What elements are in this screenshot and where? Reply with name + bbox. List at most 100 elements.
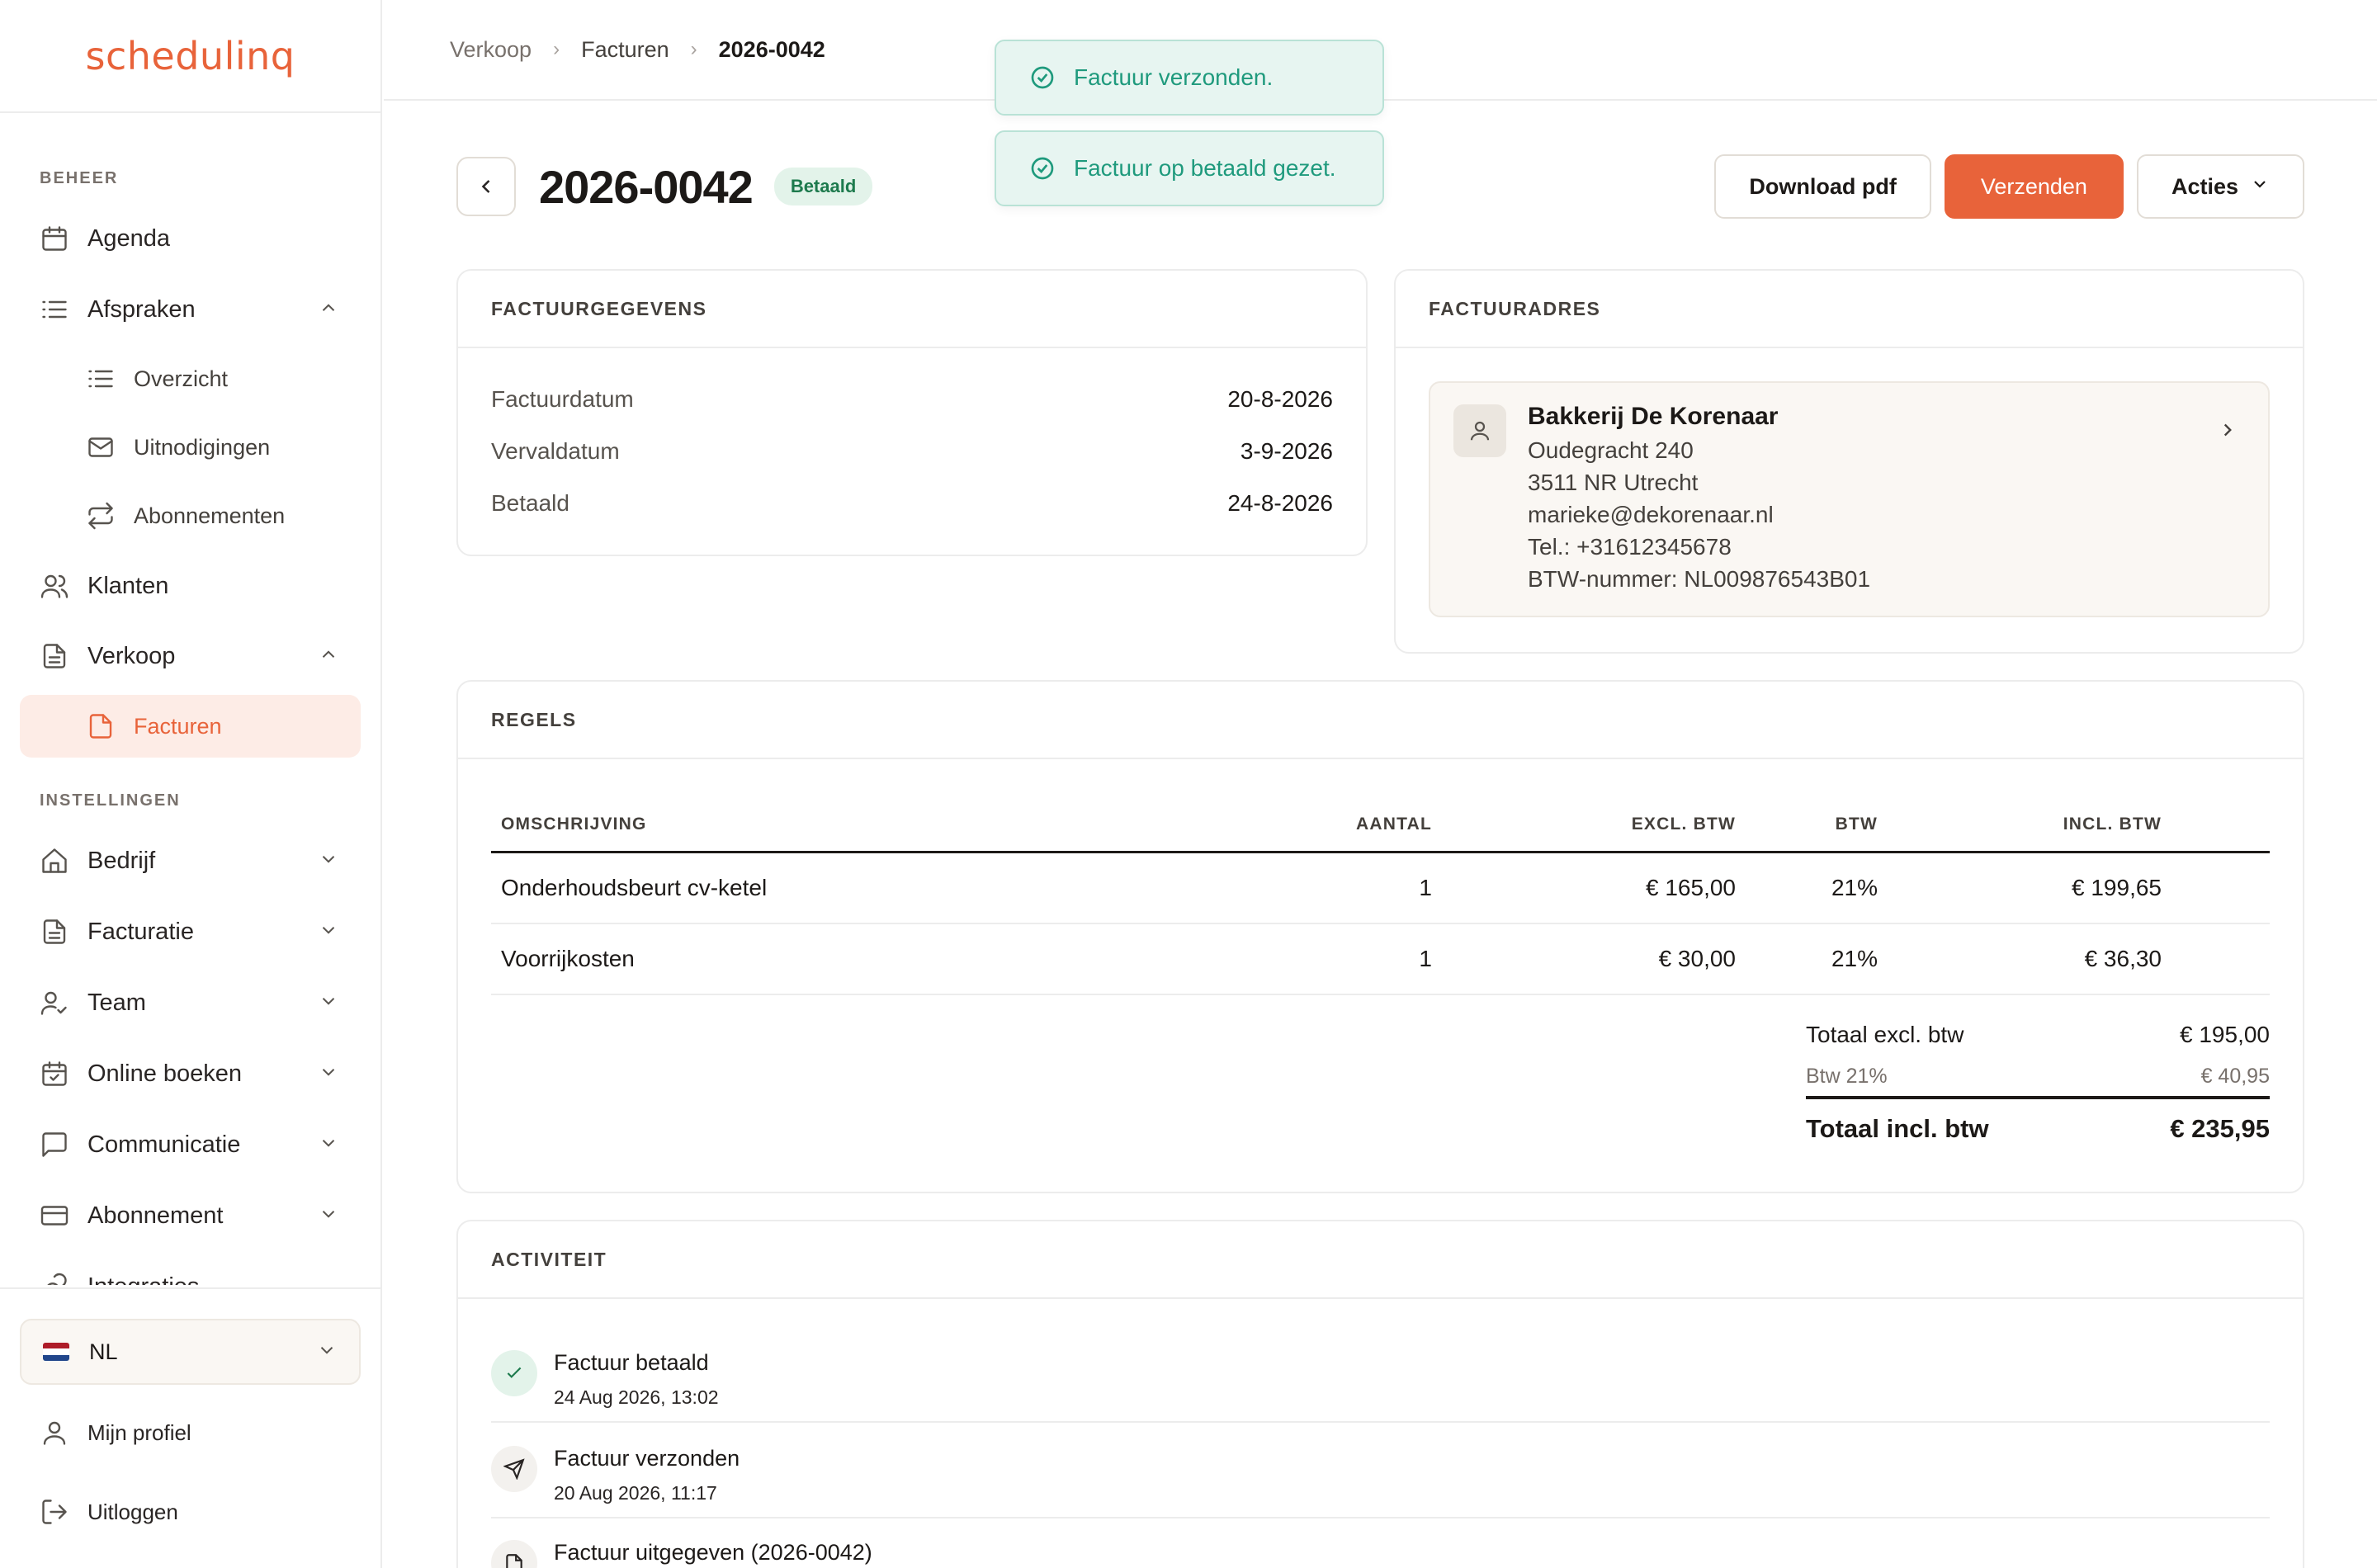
profile-label: Mijn profiel <box>87 1419 191 1445</box>
sidebar-item-klanten[interactable]: Klanten <box>20 555 361 617</box>
chevron-right-icon <box>2217 419 2238 445</box>
section-label-instellingen: INSTELLINGEN <box>40 791 181 810</box>
chevron-down-icon <box>318 1132 343 1157</box>
profile-link[interactable]: Mijn profiel <box>20 1401 361 1464</box>
sidebar-item-label: Overzicht <box>134 366 229 391</box>
credit-card-icon <box>38 1199 71 1232</box>
cell-excl-vat: € 165,00 <box>1646 875 1736 900</box>
list-icon <box>38 293 71 326</box>
total-incl-row: Totaal incl. btw € 235,95 <box>1806 1099 2270 1159</box>
sidebar-item-bedrijf[interactable]: Bedrijf <box>20 829 361 892</box>
total-excl-value: € 195,00 <box>2180 1022 2270 1047</box>
logout-label: Uitloggen <box>87 1499 178 1524</box>
sidebar-item-label: Communicatie <box>87 1131 241 1158</box>
sidebar-item-integraties[interactable]: Integraties <box>20 1255 361 1285</box>
chevron-down-icon <box>318 919 343 944</box>
toast-sent: Factuur verzonden. <box>995 40 1384 116</box>
back-button[interactable] <box>456 157 516 216</box>
detail-label: Vervaldatum <box>491 438 620 464</box>
send-icon <box>491 1446 537 1492</box>
calendar-icon <box>38 222 71 255</box>
sidebar-item-label: Abonnementen <box>134 503 286 528</box>
actions-button[interactable]: Acties <box>2136 154 2304 219</box>
link-icon <box>38 1270 71 1285</box>
chat-icon <box>38 1128 71 1161</box>
sidebar-item-overzicht[interactable]: Overzicht <box>20 347 361 410</box>
customer-name: Bakkerij De Korenaar <box>1528 403 1779 430</box>
table-row: Voorrijkosten 1 € 30,00 21% € 36,30 <box>491 924 2270 995</box>
logout-link[interactable]: Uitloggen <box>20 1481 361 1543</box>
sidebar-item-communicatie[interactable]: Communicatie <box>20 1113 361 1176</box>
activity-title: Factuur verzonden <box>554 1446 740 1471</box>
invoice-details-card: FACTUURGEGEVENS Factuurdatum 20-8-2026 V… <box>456 269 1368 556</box>
col-excl-vat: EXCL. BTW <box>1631 814 1736 834</box>
sidebar-item-label: Integraties <box>87 1273 361 1286</box>
card-heading: ACTIVITEIT <box>458 1221 2303 1299</box>
cell-incl-vat: € 36,30 <box>2084 946 2162 971</box>
address-email: marieke@dekorenaar.nl <box>1528 502 1774 527</box>
sidebar-item-uitnodigingen[interactable]: Uitnodigingen <box>20 416 361 479</box>
sidebar-item-label: Afspraken <box>87 295 196 323</box>
breadcrumb-facturen[interactable]: Facturen <box>581 37 669 63</box>
total-incl-label: Totaal incl. btw <box>1806 1114 1989 1143</box>
document-icon <box>38 915 71 948</box>
sidebar-item-label: Team <box>87 989 146 1016</box>
sidebar-item-abonnementen[interactable]: Abonnementen <box>20 484 361 547</box>
activity-item: Factuur verzonden 20 Aug 2026, 11:17 <box>491 1424 2270 1518</box>
cell-excl-vat: € 30,00 <box>1658 946 1736 971</box>
download-pdf-button[interactable]: Download pdf <box>1714 154 1931 219</box>
vat-row: Btw 21% € 40,95 <box>1806 1056 2270 1099</box>
chevron-down-icon <box>318 990 343 1015</box>
logo-text: schedulinq <box>85 33 295 78</box>
chevron-up-icon <box>318 297 343 322</box>
calendar-check-icon <box>38 1057 71 1090</box>
document-icon <box>38 640 71 673</box>
invoice-lines-card: REGELS OMSCHRIJVING AANTAL EXCL. BTW BTW… <box>456 680 2304 1193</box>
cell-incl-vat: € 199,65 <box>2072 875 2162 900</box>
sidebar-item-label: Uitnodigingen <box>134 434 271 460</box>
address-line: 3511 NR Utrecht <box>1528 470 1699 495</box>
sidebar-item-facturen[interactable]: Facturen <box>20 695 361 758</box>
activity-item: Factuur betaald 24 Aug 2026, 13:02 <box>491 1329 2270 1423</box>
sidebar-item-label: Online boeken <box>87 1060 243 1087</box>
sidebar-item-label: Bedrijf <box>87 847 156 874</box>
sidebar-item-agenda[interactable]: Agenda <box>20 207 361 270</box>
language-select[interactable]: NL <box>20 1319 361 1385</box>
sidebar-item-team[interactable]: Team <box>20 971 361 1034</box>
breadcrumb-current: 2026-0042 <box>718 36 825 62</box>
chevron-down-icon <box>318 1203 343 1228</box>
logo[interactable]: schedulinq <box>0 0 380 113</box>
main-content: Verkoop › Facturen › 2026-0042 Factuur v… <box>384 0 2377 1568</box>
activity-title: Factuur uitgegeven (2026-0042) <box>554 1540 872 1565</box>
cell-quantity: 1 <box>1419 946 1432 971</box>
cell-vat: 21% <box>1831 875 1878 900</box>
sidebar-footer: NL Mijn profiel Uitloggen <box>0 1287 380 1524</box>
sidebar-item-abonnement[interactable]: Abonnement <box>20 1184 361 1247</box>
billing-address-card: FACTUURADRES Bakkerij De Korenaar Oudegr… <box>1394 269 2304 654</box>
user-check-icon <box>38 986 71 1019</box>
sidebar-item-label: Verkoop <box>87 642 176 669</box>
page-header: 2026-0042 Betaald Download pdf Verzenden… <box>456 153 2304 220</box>
list-icon <box>84 362 117 395</box>
customer-address[interactable]: Bakkerij De Korenaar Oudegracht 240 3511… <box>1429 381 2270 617</box>
page-title: 2026-0042 <box>539 160 754 213</box>
col-incl-vat: INCL. BTW <box>2063 814 2162 834</box>
language-label: NL <box>89 1339 118 1364</box>
sidebar-item-label: Facturen <box>134 713 222 739</box>
invoice-totals: Totaal excl. btw € 195,00 Btw 21% € 40,9… <box>1806 1013 2270 1159</box>
detail-value: 24-8-2026 <box>1227 490 1333 516</box>
sidebar-item-online-boeken[interactable]: Online boeken <box>20 1042 361 1105</box>
chevron-down-icon <box>318 848 343 873</box>
sidebar-item-facturatie[interactable]: Facturatie <box>20 900 361 963</box>
users-icon <box>38 569 71 602</box>
detail-label: Factuurdatum <box>491 386 634 412</box>
user-icon <box>38 1416 71 1449</box>
vat-label: Btw 21% <box>1806 1064 1888 1088</box>
detail-value: 20-8-2026 <box>1227 386 1333 412</box>
detail-label: Betaald <box>491 490 569 516</box>
sidebar-item-verkoop[interactable]: Verkoop <box>20 625 361 687</box>
breadcrumb-verkoop[interactable]: Verkoop <box>450 37 532 63</box>
sidebar-item-afspraken[interactable]: Afspraken <box>20 278 361 341</box>
user-icon <box>1453 404 1506 457</box>
send-button[interactable]: Verzenden <box>1944 154 2124 219</box>
